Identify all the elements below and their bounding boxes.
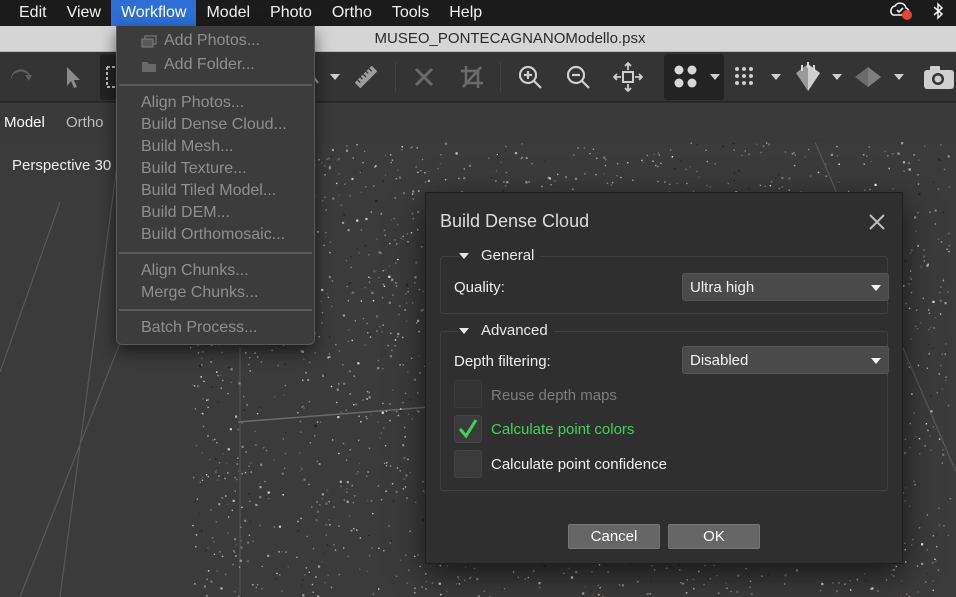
toolbar-divider [395, 62, 396, 92]
general-heading: General [481, 247, 535, 264]
zoom-in-icon[interactable] [510, 52, 550, 102]
menu-item-align-photos[interactable]: Align Photos... [141, 94, 244, 112]
close-icon[interactable] [867, 212, 887, 232]
reuse-depth-maps-checkbox[interactable] [454, 380, 482, 408]
crop-icon[interactable] [452, 52, 492, 102]
advanced-heading: Advanced [481, 322, 548, 339]
viewport-label: Perspective 30 [12, 157, 112, 174]
menu-separator [119, 252, 312, 254]
general-group-header[interactable]: General [459, 247, 541, 264]
dialog-title: Build Dense Cloud [440, 211, 590, 231]
camera-icon[interactable] [918, 52, 956, 102]
rotate-icon[interactable] [0, 52, 40, 102]
menu-item-build-dem[interactable]: Build DEM... [141, 204, 230, 222]
reuse-depth-maps-label: Reuse depth maps [491, 387, 617, 404]
menu-tools[interactable]: Tools [382, 0, 439, 26]
tab-ortho[interactable]: Ortho [66, 103, 104, 142]
delete-icon[interactable] [404, 52, 444, 102]
toolbar-divider [500, 62, 501, 92]
checkmark-icon [458, 419, 478, 439]
build-dense-cloud-dialog: Build Dense Cloud General Quality: Ultra… [425, 192, 903, 564]
shaded-model-icon[interactable] [788, 52, 828, 102]
general-group: General Quality: Ultra high [440, 247, 889, 314]
menu-separator [119, 84, 312, 86]
textured-model-icon[interactable] [848, 52, 888, 102]
rect-select-icon[interactable] [100, 54, 116, 100]
calc-point-confidence-checkbox[interactable] [454, 450, 482, 478]
quality-label: Quality: [454, 279, 505, 296]
menu-item-batch-process[interactable]: Batch Process... [141, 319, 258, 337]
menu-item-build-mesh[interactable]: Build Mesh... [141, 138, 233, 156]
chevron-down-icon [459, 252, 469, 259]
workflow-menu: Add Photos... Add Folder... Align Photos… [116, 26, 315, 345]
menu-photo[interactable]: Photo [260, 0, 322, 26]
bluetooth-icon[interactable] [932, 1, 944, 25]
menu-model[interactable]: Model [196, 0, 260, 26]
menu-item-build-tiled-model[interactable]: Build Tiled Model... [141, 182, 276, 200]
menu-bar: Edit View Workflow Model Photo Ortho Too… [0, 0, 956, 26]
depth-filtering-label: Depth filtering: [454, 353, 551, 370]
menu-help[interactable]: Help [439, 0, 492, 26]
menu-item-merge-chunks[interactable]: Merge Chunks... [141, 284, 258, 302]
menu-item-align-chunks[interactable]: Align Chunks... [141, 262, 249, 280]
calc-point-confidence-label: Calculate point confidence [491, 456, 667, 473]
calc-point-colors-checkbox[interactable] [454, 415, 482, 443]
quality-value: Ultra high [690, 279, 755, 296]
cloud-status-icon[interactable] [888, 1, 914, 26]
depth-filtering-select[interactable]: Disabled [682, 346, 889, 374]
menu-workflow[interactable]: Workflow [110, 0, 197, 26]
menu-edit[interactable]: Edit [0, 0, 57, 26]
reset-view-icon[interactable] [608, 52, 648, 102]
quality-select[interactable]: Ultra high [682, 273, 889, 301]
cancel-button[interactable]: Cancel [568, 524, 660, 549]
chevron-down-icon [871, 285, 881, 291]
chevron-down-icon [871, 358, 881, 364]
chevron-down-icon[interactable] [894, 74, 904, 80]
chevron-down-icon[interactable] [832, 74, 842, 80]
depth-filtering-value: Disabled [690, 352, 749, 369]
chevron-down-icon[interactable] [330, 74, 340, 80]
calc-point-colors-label: Calculate point colors [491, 421, 635, 438]
menu-separator [119, 309, 312, 311]
add-photos-icon [141, 35, 157, 54]
menu-ortho[interactable]: Ortho [322, 0, 382, 26]
zoom-out-icon[interactable] [558, 52, 598, 102]
folder-icon [141, 59, 157, 78]
menu-item-build-orthomosaic[interactable]: Build Orthomosaic... [141, 226, 285, 244]
menu-view[interactable]: View [57, 0, 111, 26]
chevron-down-icon[interactable] [771, 74, 781, 80]
pointer-icon[interactable] [52, 52, 92, 102]
ok-button[interactable]: OK [668, 524, 760, 549]
chevron-down-icon[interactable] [710, 74, 720, 80]
menu-item-build-texture[interactable]: Build Texture... [141, 160, 247, 178]
chevron-down-icon [459, 327, 469, 334]
advanced-group-header[interactable]: Advanced [459, 322, 554, 339]
show-cameras-icon[interactable] [666, 52, 706, 102]
menu-item-build-dense-cloud[interactable]: Build Dense Cloud... [141, 116, 287, 134]
tab-model[interactable]: Model [4, 103, 45, 142]
ruler-icon[interactable] [346, 52, 386, 102]
point-cloud-icon[interactable] [726, 52, 766, 102]
advanced-group: Advanced Depth filtering: Disabled Reuse… [440, 322, 889, 491]
